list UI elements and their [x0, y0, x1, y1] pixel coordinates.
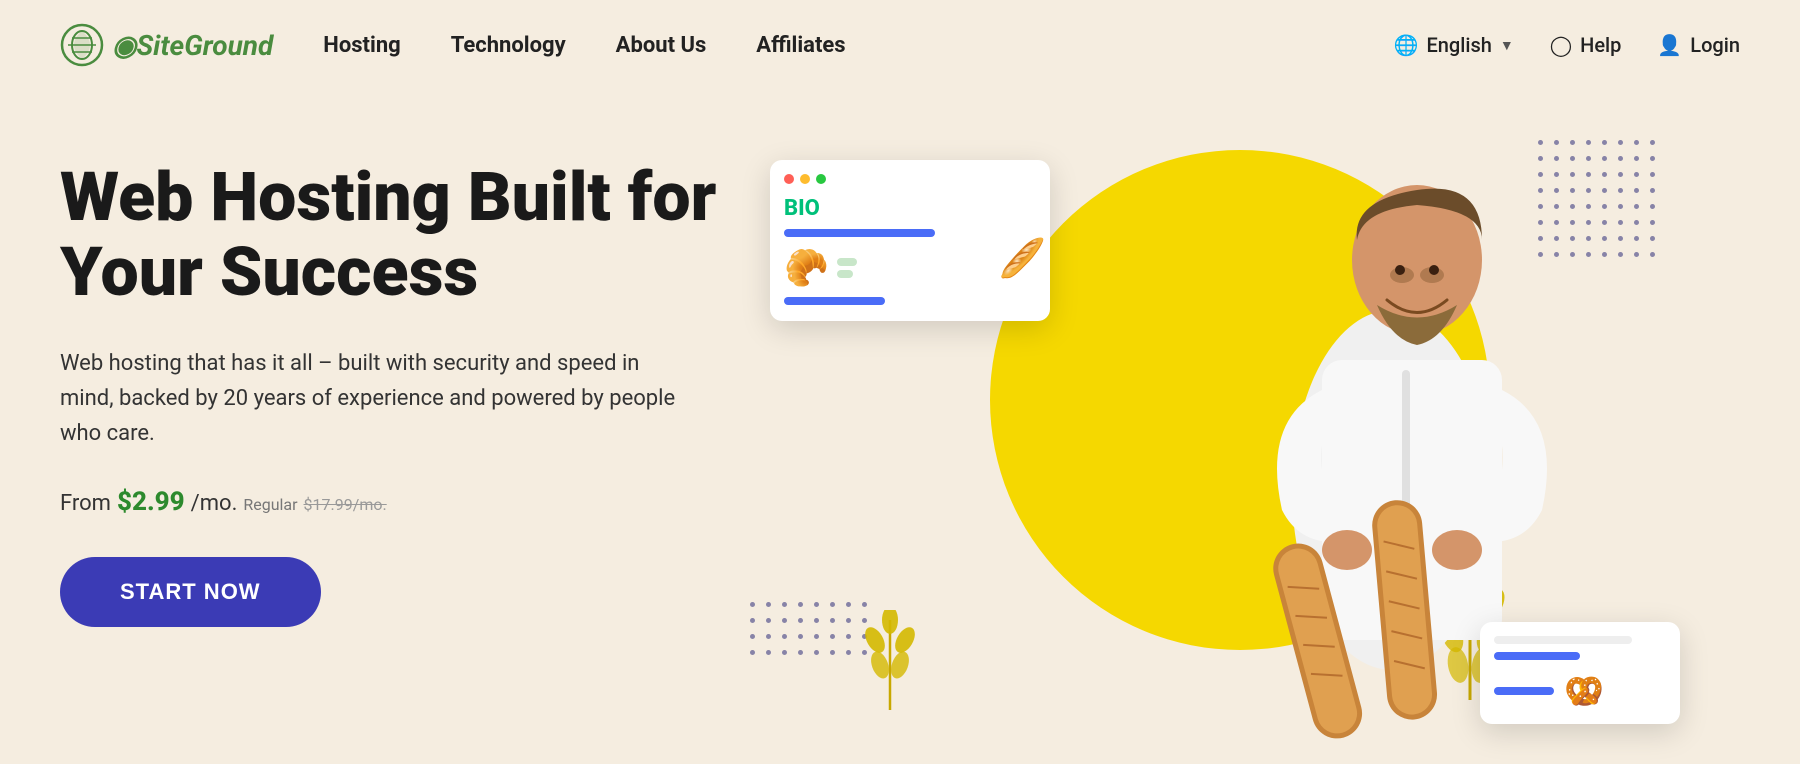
- login-label: Login: [1690, 33, 1740, 57]
- help-link[interactable]: ◯ Help: [1550, 33, 1622, 57]
- browser-blue-line: [784, 229, 935, 237]
- logo-text: ◉SiteGround: [112, 29, 273, 62]
- login-link[interactable]: 👤 Login: [1657, 33, 1740, 57]
- mobile-line1: [1494, 636, 1632, 644]
- hero-illustration: BIO 🥐 🥖: [740, 130, 1740, 764]
- mobile-line2: [1494, 652, 1580, 660]
- price-unit: /mo.: [191, 491, 238, 516]
- help-label: Help: [1580, 33, 1621, 57]
- siteground-logo-icon: [60, 23, 104, 67]
- hero-content: Web Hosting Built for Your Success Web h…: [60, 130, 740, 764]
- help-icon: ◯: [1550, 33, 1572, 57]
- nav-hosting[interactable]: Hosting: [323, 33, 400, 58]
- browser-mockup-card: BIO 🥐 🥖: [770, 160, 1050, 321]
- language-icon: 🌐: [1394, 33, 1419, 57]
- nav-right: 🌐 English ▼ ◯ Help 👤 Login: [1394, 33, 1740, 57]
- price-from-label: From: [60, 491, 111, 516]
- pretzel-icon: 🥨: [1564, 672, 1604, 710]
- hero-price: From $2.99 /mo. Regular $17.99/mo.: [60, 487, 740, 517]
- price-regular-value: $17.99/mo.: [304, 495, 387, 514]
- hero-title: Web Hosting Built for Your Success: [60, 160, 740, 310]
- hero-section: Web Hosting Built for Your Success Web h…: [0, 90, 1800, 764]
- price-amount: $2.99: [117, 487, 185, 517]
- start-now-button[interactable]: START NOW: [60, 557, 321, 627]
- price-regular-label: Regular: [243, 495, 297, 514]
- navbar: ◉SiteGround Hosting Technology About Us …: [0, 0, 1800, 90]
- language-selector[interactable]: 🌐 English ▼: [1394, 33, 1514, 57]
- baguette-icon: 🥖: [999, 237, 1046, 281]
- browser-blue-line2: [784, 297, 885, 305]
- nav-about-us[interactable]: About Us: [616, 33, 707, 58]
- wheat-left-decoration: [860, 610, 920, 714]
- browser-dots: [784, 174, 1036, 184]
- nav-technology[interactable]: Technology: [451, 33, 566, 58]
- mobile-mockup-card: 🥨: [1480, 622, 1680, 724]
- dots-bottom-left-decoration: [750, 602, 872, 724]
- croissant-icon: 🥐: [784, 247, 829, 289]
- language-label: English: [1427, 33, 1492, 57]
- logo[interactable]: ◉SiteGround: [60, 23, 273, 67]
- nav-affiliates[interactable]: Affiliates: [756, 33, 845, 58]
- chevron-down-icon: ▼: [1500, 37, 1514, 54]
- browser-bio-text: BIO: [784, 196, 1036, 221]
- hero-subtitle: Web hosting that has it all – built with…: [60, 346, 680, 452]
- login-icon: 👤: [1657, 33, 1682, 57]
- nav-links: Hosting Technology About Us Affiliates: [323, 33, 1393, 58]
